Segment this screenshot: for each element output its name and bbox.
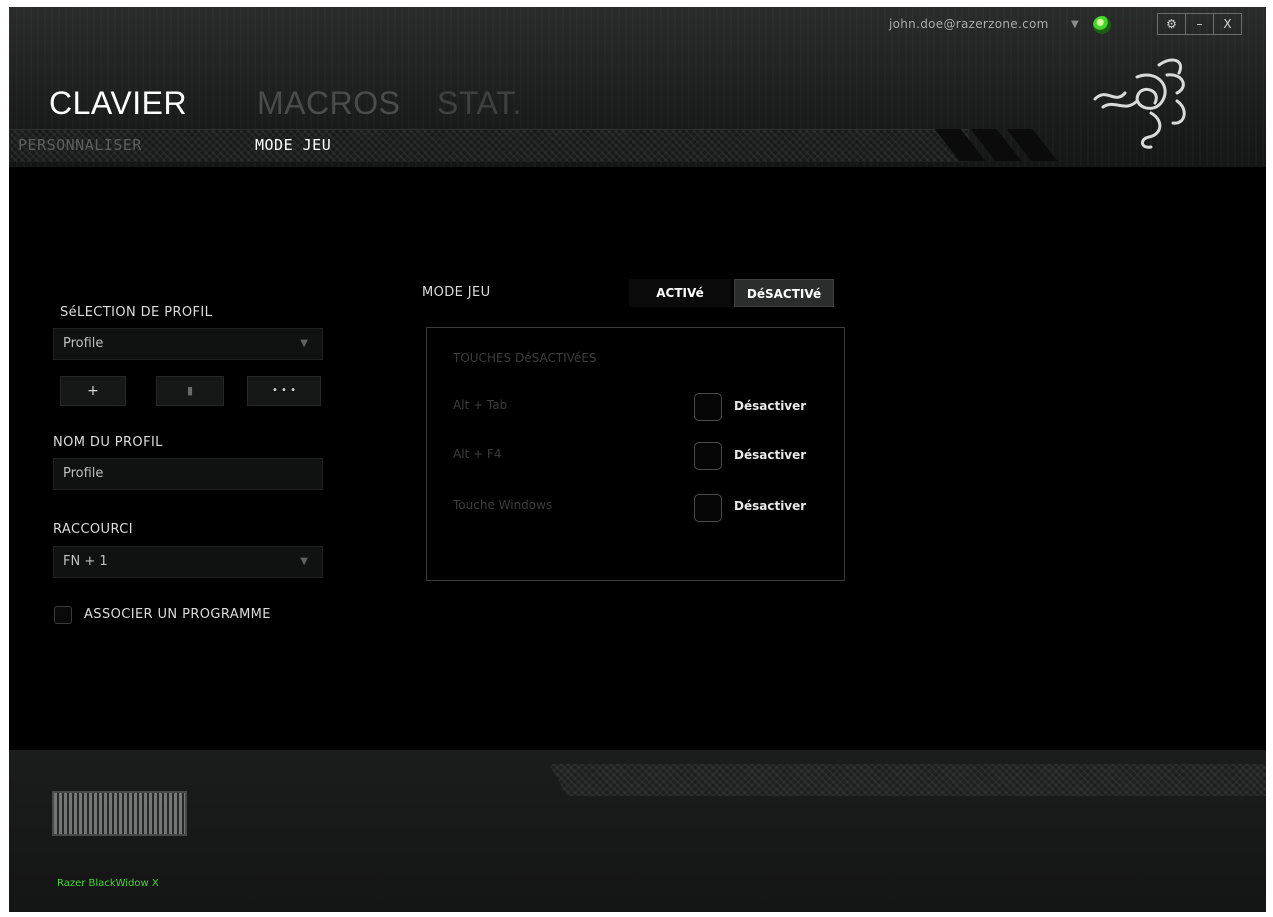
razer-logo-icon	[1093, 58, 1186, 149]
associate-program-checkbox[interactable]	[54, 606, 72, 624]
chevron-down-icon: ▼	[300, 338, 308, 349]
window-controls: ⚙ – X	[1157, 13, 1242, 35]
device-footer: Razer BlackWidow X	[9, 750, 1266, 912]
subtab-personnaliser[interactable]: PERSONNALISER	[18, 136, 142, 154]
profile-select[interactable]: Profile ▼	[53, 328, 323, 360]
shortcut-select-value: FN + 1	[63, 554, 108, 569]
subtab-mode-jeu[interactable]: MODE JEU	[255, 136, 331, 154]
account-dropdown-icon[interactable]: ▼	[1071, 19, 1079, 30]
tab-clavier[interactable]: CLAVIER	[49, 85, 187, 121]
profile-selection-label: SéLECTION DE PROFIL	[60, 305, 213, 320]
disable-alt-tab-label: Désactiver	[734, 399, 807, 413]
delete-profile-button[interactable]: ▮	[156, 376, 224, 406]
key-alt-tab-label: Alt + Tab	[453, 398, 508, 412]
associate-program-label: ASSOCIER UN PROGRAMME	[84, 607, 271, 622]
shortcut-label: RACCOURCI	[53, 522, 133, 537]
footer-band	[549, 764, 1266, 796]
disable-alt-tab-checkbox[interactable]	[694, 393, 722, 421]
subnav-band	[9, 129, 969, 162]
chevron-down-icon: ▼	[300, 556, 308, 567]
disable-alt-f4-label: Désactiver	[734, 448, 807, 462]
close-button[interactable]: X	[1214, 14, 1241, 34]
account-email[interactable]: john.doe@razerzone.com	[889, 17, 1049, 31]
profile-select-value: Profile	[63, 336, 104, 351]
keyboard-device-image[interactable]	[52, 791, 187, 836]
device-name[interactable]: Razer BlackWidow X	[57, 878, 159, 889]
disabled-keys-title: TOUCHES DéSACTIVéES	[453, 351, 597, 365]
key-windows-label: Touche Windows	[453, 498, 553, 512]
synapse-window: CLAVIER MACROS STAT. PERSONNALISER MODE …	[9, 7, 1266, 912]
key-alt-f4-label: Alt + F4	[453, 447, 502, 461]
game-mode-on-button[interactable]: ACTIVé	[629, 279, 731, 307]
disable-windows-key-label: Désactiver	[734, 499, 807, 513]
tab-macros[interactable]: MACROS	[257, 85, 400, 121]
shortcut-select[interactable]: FN + 1 ▼	[53, 546, 323, 578]
minimize-button[interactable]: –	[1186, 14, 1214, 34]
tab-stat[interactable]: STAT.	[437, 85, 522, 121]
more-profile-options-button[interactable]: • • •	[247, 376, 321, 406]
profile-name-input[interactable]: Profile	[53, 458, 323, 490]
game-mode-label: MODE JEU	[422, 285, 491, 300]
disable-alt-f4-checkbox[interactable]	[694, 442, 722, 470]
add-profile-button[interactable]: +	[60, 376, 126, 406]
online-status-icon	[1093, 16, 1111, 34]
header: CLAVIER MACROS STAT. PERSONNALISER MODE …	[9, 7, 1266, 167]
game-mode-off-button[interactable]: DéSACTIVé	[734, 279, 834, 307]
profile-name-label: NOM DU PROFIL	[53, 435, 163, 450]
settings-icon[interactable]: ⚙	[1158, 14, 1186, 34]
disable-windows-key-checkbox[interactable]	[694, 494, 722, 522]
